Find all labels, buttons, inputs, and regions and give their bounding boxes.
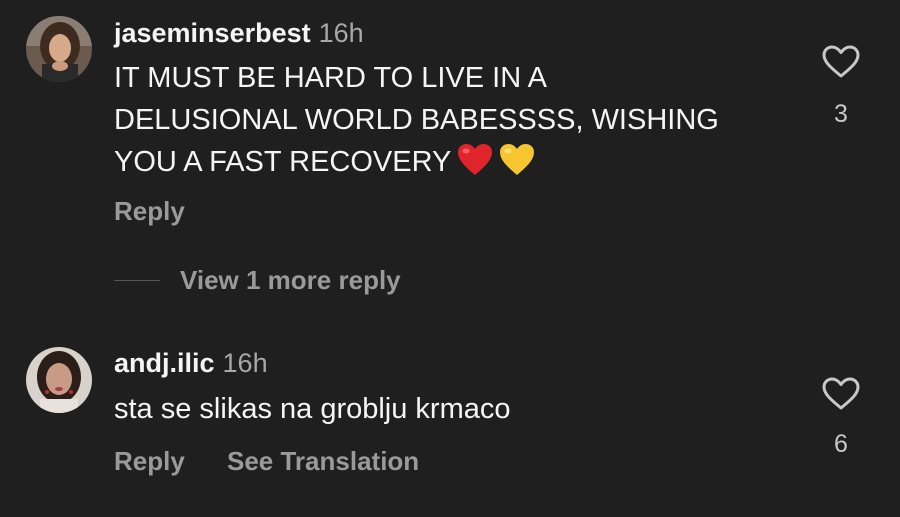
heart-outline-icon: [822, 45, 860, 78]
yellow-heart-emoji-icon: [499, 143, 535, 189]
timestamp: 16h: [318, 18, 364, 48]
username[interactable]: andj.ilic: [114, 348, 215, 378]
view-more-replies-button[interactable]: View 1 more reply: [180, 265, 401, 296]
heart-outline-icon: [822, 377, 860, 410]
comment-text-line-content: YOU A FAST RECOVERY: [114, 146, 452, 178]
like-count: 6: [834, 430, 848, 458]
username[interactable]: jaseminserbest: [114, 18, 311, 48]
comment-header: jaseminserbest 16h: [114, 17, 364, 49]
comment-text: sta se slikas na groblju krmaco: [114, 393, 511, 425]
avatar[interactable]: [26, 16, 92, 82]
replies-divider: [114, 280, 160, 281]
avatar[interactable]: [26, 347, 92, 413]
comment-text-line: DELUSIONAL WORLD BABESSSS, WISHING: [114, 104, 719, 136]
timestamp: 16h: [222, 348, 268, 378]
comment-2: andj.ilic 16h sta se slikas na groblju kr…: [0, 330, 900, 517]
comment-text-line: IT MUST BE HARD TO LIVE IN A: [114, 62, 547, 94]
comment-text: IT MUST BE HARD TO LIVE IN A DELUSIONAL …: [114, 57, 719, 189]
see-translation-button[interactable]: See Translation: [227, 446, 419, 477]
reply-button[interactable]: Reply: [114, 446, 185, 477]
like-count: 3: [834, 100, 848, 128]
comment-text-line: YOU A FAST RECOVERY: [114, 141, 719, 189]
like-button[interactable]: [822, 45, 860, 79]
comment-header: andj.ilic 16h: [114, 347, 268, 379]
comment-1: jaseminserbest 16h IT MUST BE HARD TO LIV…: [0, 0, 900, 310]
reply-button[interactable]: Reply: [114, 196, 185, 227]
like-button[interactable]: [822, 377, 860, 411]
red-heart-emoji-icon: [457, 143, 493, 189]
